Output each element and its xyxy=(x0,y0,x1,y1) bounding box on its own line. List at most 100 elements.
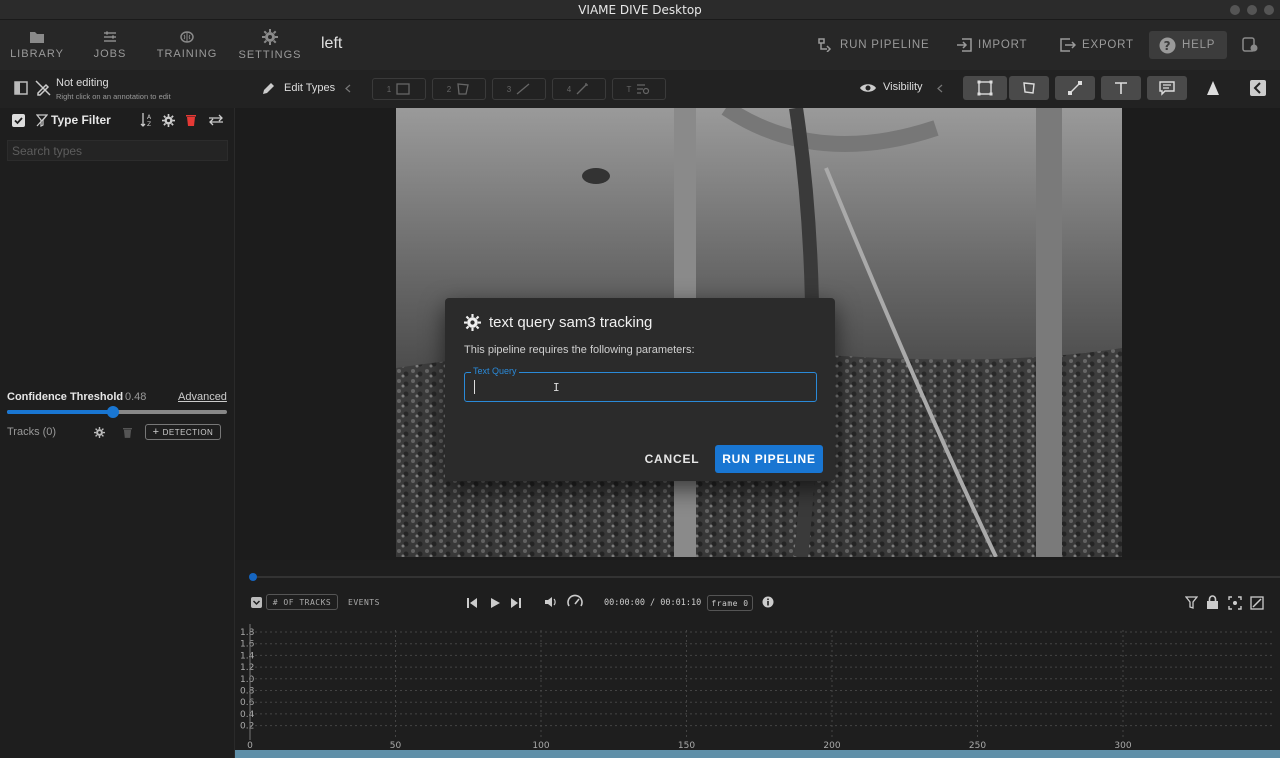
gear-icon[interactable] xyxy=(162,114,175,127)
comment-icon xyxy=(1159,81,1175,96)
svg-text:?: ? xyxy=(1164,39,1172,53)
edit-status-hint: Right click on an annotation to edit xyxy=(56,92,171,101)
pipeline-icon xyxy=(818,38,832,52)
gear-icon xyxy=(262,29,278,45)
filter-icon[interactable] xyxy=(1185,596,1198,609)
tool-rectangle[interactable]: 1 xyxy=(372,78,426,100)
tool-text-query[interactable]: T xyxy=(612,78,666,100)
info-icon[interactable] xyxy=(762,596,774,608)
search-types-input[interactable] xyxy=(7,140,228,161)
check-icon xyxy=(14,117,23,125)
text-query-label: Text Query xyxy=(471,366,519,376)
maximize-button[interactable] xyxy=(1247,5,1257,15)
export-label: EXPORT xyxy=(1082,39,1134,51)
tool-polygon[interactable]: 2 xyxy=(432,78,486,100)
database-settings-icon[interactable] xyxy=(1241,37,1259,53)
collapse-panel-button[interactable] xyxy=(1250,80,1266,96)
visibility-polygon-toggle[interactable] xyxy=(1009,76,1049,100)
tool-text-query-key: T xyxy=(626,84,632,94)
brain-icon xyxy=(180,31,194,43)
timeline-collapse-toggle[interactable] xyxy=(251,597,262,608)
swap-icon[interactable] xyxy=(208,114,224,126)
chevron-left-icon xyxy=(1253,82,1261,94)
frame-scrubber-track[interactable] xyxy=(249,573,1280,581)
tool-line[interactable]: 3 xyxy=(492,78,546,100)
nav-library[interactable]: LIBRARY xyxy=(8,20,66,70)
chevron-left-icon[interactable] xyxy=(937,84,943,93)
add-detection-button[interactable]: + DETECTION xyxy=(145,424,221,440)
nav-jobs[interactable]: JOBS xyxy=(86,20,134,70)
nav-training[interactable]: TRAINING xyxy=(154,20,220,70)
visibility-label[interactable]: Visibility xyxy=(883,81,923,93)
help-button[interactable]: ? HELP xyxy=(1149,31,1227,59)
chevron-down-icon xyxy=(252,600,261,606)
select-all-checkbox[interactable] xyxy=(12,114,25,127)
chart-y-tick-label: 1.6 xyxy=(240,640,255,650)
visibility-text-toggle[interactable] xyxy=(1101,76,1141,100)
tool-segment[interactable]: 4 xyxy=(552,78,606,100)
visibility-line-toggle[interactable] xyxy=(1055,76,1095,100)
arrow-head-icon xyxy=(1207,81,1219,95)
line-icon xyxy=(1068,81,1082,95)
chart-y-tick-label: 1.0 xyxy=(240,675,255,685)
chart-y-tick-label: 0.4 xyxy=(240,710,255,720)
timeline-panel: # OF TRACKS EVENTS 00:00:00 / 00:01:10 f… xyxy=(235,560,1280,758)
tracks-chart-chip[interactable]: # OF TRACKS xyxy=(266,594,338,610)
advanced-link[interactable]: Advanced xyxy=(178,391,227,403)
play-icon[interactable] xyxy=(489,597,501,609)
edit-off-icon xyxy=(35,80,51,96)
help-label: HELP xyxy=(1182,39,1216,51)
nav-settings[interactable]: SETTINGS xyxy=(238,20,302,70)
edit-status-title: Not editing xyxy=(56,77,109,89)
skip-previous-icon[interactable] xyxy=(466,597,478,609)
chart-y-tick-label: 0.2 xyxy=(240,722,254,732)
sort-icon[interactable]: AZ xyxy=(140,112,154,128)
confidence-slider-fill xyxy=(7,410,113,414)
visibility-rectangle-toggle[interactable] xyxy=(963,76,1007,100)
confidence-slider-thumb[interactable] xyxy=(106,406,119,418)
volume-icon[interactable] xyxy=(544,595,558,609)
window-titlebar: VIAME DIVE Desktop xyxy=(0,0,1280,20)
visibility-tooltip-toggle[interactable] xyxy=(1147,76,1187,100)
visibility-head-toggle[interactable] xyxy=(1193,76,1233,100)
skip-next-icon[interactable] xyxy=(510,597,522,609)
delete-icon xyxy=(123,428,132,438)
frame-number-chip[interactable]: frame 0 xyxy=(707,595,753,611)
panel-toggle-icon[interactable] xyxy=(14,81,28,95)
gear-icon xyxy=(464,314,481,331)
speed-icon[interactable] xyxy=(567,594,583,610)
gear-icon[interactable] xyxy=(94,427,105,438)
text-search-icon xyxy=(637,84,650,95)
filter-off-icon xyxy=(36,114,48,127)
dialog-title: text query sam3 tracking xyxy=(489,314,653,331)
edit-types-label[interactable]: Edit Types xyxy=(284,82,335,94)
minimize-button[interactable] xyxy=(1230,5,1240,15)
close-button[interactable] xyxy=(1264,5,1274,15)
text-query-input[interactable]: I xyxy=(464,372,817,402)
plus-icon: + xyxy=(152,426,160,438)
confidence-threshold-label: Confidence Threshold xyxy=(7,391,124,403)
events-tab[interactable]: EVENTS xyxy=(348,598,380,607)
folder-icon xyxy=(30,32,44,43)
image-edit-icon[interactable] xyxy=(1250,596,1264,610)
export-button[interactable]: EXPORT xyxy=(1050,31,1144,59)
lock-icon[interactable] xyxy=(1206,595,1219,609)
dataset-name: left xyxy=(321,35,343,52)
text-cursor xyxy=(474,380,475,394)
chart-y-tick-label: 0.8 xyxy=(240,687,255,697)
frame-scrubber-thumb[interactable] xyxy=(249,573,257,581)
chevron-left-icon[interactable] xyxy=(345,84,351,93)
svg-text:Z: Z xyxy=(147,121,151,128)
focus-icon[interactable] xyxy=(1228,596,1242,610)
run-pipeline-confirm-button[interactable]: RUN PIPELINE xyxy=(715,445,823,473)
confidence-slider-track[interactable] xyxy=(7,406,227,418)
text-icon xyxy=(1115,82,1127,94)
nav-library-label: LIBRARY xyxy=(10,48,64,60)
add-detection-label: DETECTION xyxy=(162,427,214,437)
run-pipeline-button[interactable]: RUN PIPELINE xyxy=(808,31,939,59)
rectangle-icon xyxy=(396,83,410,95)
cancel-button[interactable]: CANCEL xyxy=(637,445,707,473)
import-button[interactable]: IMPORT xyxy=(946,31,1037,59)
polygon-icon xyxy=(457,83,470,95)
delete-icon[interactable] xyxy=(186,114,196,126)
